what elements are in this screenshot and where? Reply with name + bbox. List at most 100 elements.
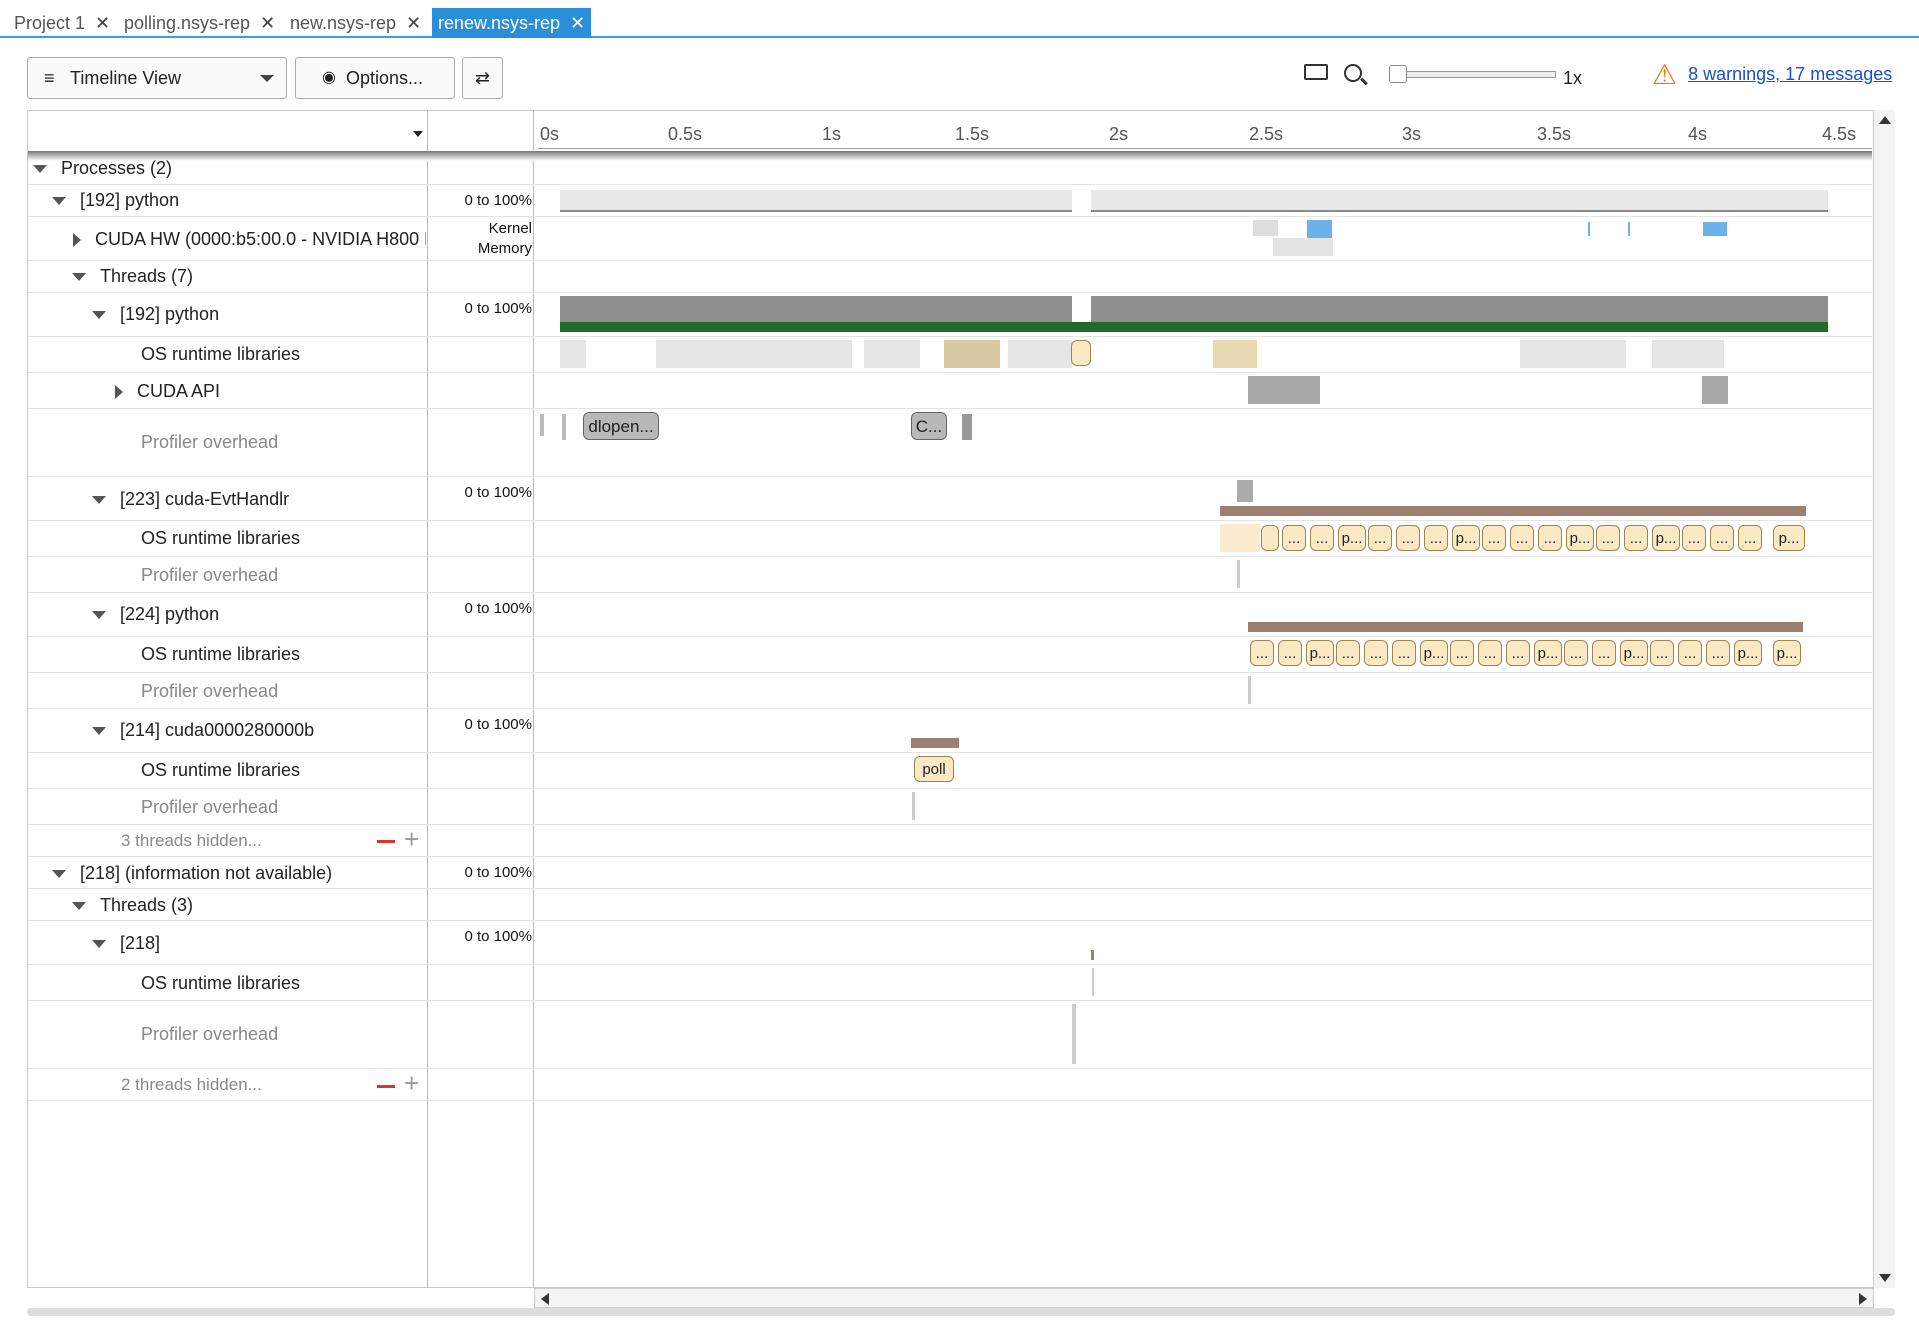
os-runtime-event[interactable]: p...	[1534, 640, 1562, 666]
thread-state-bar[interactable]	[560, 322, 1828, 332]
overhead-marker[interactable]	[962, 414, 972, 440]
os-runtime-activity[interactable]	[656, 340, 852, 368]
os-runtime-libraries-row[interactable]: OS runtime libraries	[141, 760, 541, 781]
os-runtime-activity[interactable]	[1520, 340, 1580, 368]
tab-new[interactable]: new.nsys-rep ✕	[284, 8, 427, 38]
overhead-marker[interactable]	[1248, 676, 1251, 704]
thread-utilization-bar[interactable]	[1237, 480, 1253, 502]
chevron-right-icon[interactable]	[73, 233, 81, 248]
os-runtime-libraries-row[interactable]: OS runtime libraries	[141, 528, 541, 549]
os-runtime-event[interactable]: ...	[1364, 640, 1388, 666]
scroll-right-icon[interactable]	[1859, 1293, 1867, 1305]
os-runtime-event[interactable]: ...	[1250, 640, 1274, 666]
os-runtime-event[interactable]: p...	[1773, 640, 1801, 666]
os-runtime-activity[interactable]	[1220, 524, 1260, 552]
os-runtime-event[interactable]: ...	[1650, 640, 1674, 666]
os-runtime-event[interactable]: ...	[1678, 640, 1702, 666]
os-runtime-libraries-row[interactable]: OS runtime libraries	[141, 344, 541, 365]
scroll-up-icon[interactable]	[1879, 116, 1891, 124]
expand-icon[interactable]: +	[404, 1070, 419, 1096]
os-runtime-event[interactable]: p...	[1734, 640, 1762, 666]
profiler-overhead-row[interactable]: Profiler overhead	[141, 681, 541, 702]
profiler-overhead-row[interactable]: Profiler overhead	[141, 432, 541, 453]
os-runtime-event[interactable]: ...	[1282, 525, 1306, 551]
os-runtime-event[interactable]: p...	[1773, 525, 1805, 551]
chevron-down-icon[interactable]	[33, 165, 47, 174]
bottom-scrollbar[interactable]	[27, 1308, 1895, 1316]
os-runtime-event[interactable]: ...	[1710, 525, 1734, 551]
kernel-activity[interactable]	[1703, 222, 1727, 236]
kernel-marker[interactable]	[1628, 222, 1630, 236]
os-runtime-activity[interactable]	[864, 340, 920, 368]
c-event[interactable]: C...	[911, 412, 947, 440]
tab-renew[interactable]: renew.nsys-rep ✕	[432, 8, 592, 38]
os-runtime-event[interactable]: p...	[1306, 640, 1334, 666]
warnings-link[interactable]: 8 warnings, 17 messages	[1688, 64, 1892, 84]
os-runtime-event[interactable]: ...	[1596, 525, 1620, 551]
os-runtime-event[interactable]	[1071, 340, 1091, 366]
os-runtime-event[interactable]: p...	[1620, 640, 1648, 666]
chevron-down-icon[interactable]	[92, 496, 106, 505]
chevron-down-icon[interactable]	[92, 940, 106, 949]
close-icon[interactable]: ✕	[406, 8, 421, 38]
os-runtime-event[interactable]: p...	[1452, 525, 1480, 551]
threads-7-group[interactable]: Threads (7)	[72, 266, 472, 287]
profiler-overhead-row[interactable]: Profiler overhead	[141, 1024, 541, 1045]
collapse-icon[interactable]	[377, 840, 395, 843]
thread-state-bar[interactable]	[1248, 622, 1803, 632]
thread-state-marker[interactable]	[1091, 950, 1094, 960]
overhead-marker[interactable]	[1237, 560, 1240, 588]
os-runtime-event[interactable]: ...	[1424, 525, 1448, 551]
os-runtime-event[interactable]: ...	[1738, 525, 1762, 551]
os-runtime-event[interactable]: ...	[1538, 525, 1562, 551]
options-button[interactable]: ◉ Options...	[295, 57, 455, 99]
os-runtime-event[interactable]: ...	[1706, 640, 1730, 666]
profiler-overhead-row[interactable]: Profiler overhead	[141, 565, 541, 586]
os-runtime-activity[interactable]	[944, 340, 1000, 368]
tab-project-1[interactable]: Project 1 ✕	[8, 8, 116, 38]
os-runtime-event[interactable]: ...	[1624, 525, 1648, 551]
os-runtime-libraries-row[interactable]: OS runtime libraries	[141, 644, 541, 665]
close-icon[interactable]: ✕	[570, 8, 585, 38]
process-utilization-bar[interactable]	[560, 190, 1072, 212]
os-runtime-activity[interactable]	[1008, 340, 1072, 368]
cuda-hw-row[interactable]: CUDA HW (0000:b5:00.0 - NVIDIA H800 P	[73, 229, 426, 250]
os-runtime-event[interactable]: p...	[1420, 640, 1448, 666]
chevron-down-icon[interactable]	[92, 727, 106, 736]
header-dropdown-icon[interactable]	[413, 131, 423, 137]
chevron-down-icon[interactable]	[92, 611, 106, 620]
os-runtime-event[interactable]: ...	[1392, 640, 1416, 666]
chevron-down-icon[interactable]	[52, 870, 66, 879]
kernel-activity[interactable]	[1307, 220, 1332, 238]
tab-polling[interactable]: polling.nsys-rep ✕	[118, 8, 281, 38]
os-runtime-event[interactable]: ...	[1564, 640, 1588, 666]
expand-icon[interactable]: +	[404, 826, 419, 852]
os-runtime-event[interactable]: ...	[1278, 640, 1302, 666]
collapse-icon[interactable]	[377, 1085, 395, 1088]
os-runtime-marker[interactable]	[1092, 968, 1094, 996]
scroll-left-icon[interactable]	[541, 1293, 549, 1305]
thread-utilization-bar[interactable]	[560, 296, 1072, 322]
os-runtime-event[interactable]: ...	[1592, 640, 1616, 666]
os-runtime-libraries-row[interactable]: OS runtime libraries	[141, 973, 541, 994]
os-runtime-event[interactable]: p...	[1566, 525, 1594, 551]
thread-utilization-bar[interactable]	[1091, 296, 1828, 322]
os-runtime-activity[interactable]	[1652, 340, 1724, 368]
horizontal-scrollbar[interactable]	[534, 1288, 1874, 1308]
thread-state-bar[interactable]	[911, 738, 959, 748]
overhead-marker[interactable]	[540, 414, 544, 436]
os-runtime-event[interactable]: p...	[1652, 525, 1680, 551]
chevron-down-icon[interactable]	[52, 197, 66, 206]
os-runtime-event[interactable]: ...	[1478, 640, 1502, 666]
os-runtime-event[interactable]	[1261, 525, 1279, 551]
os-runtime-event[interactable]: p...	[1338, 525, 1366, 551]
os-runtime-event[interactable]: ...	[1368, 525, 1392, 551]
vertical-scrollbar[interactable]	[1873, 110, 1895, 1288]
threads-3-group[interactable]: Threads (3)	[72, 895, 472, 916]
os-runtime-event[interactable]: ...	[1396, 525, 1420, 551]
profiler-overhead-row[interactable]: Profiler overhead	[141, 797, 541, 818]
close-icon[interactable]: ✕	[260, 8, 275, 38]
zoom-slider[interactable]	[1390, 71, 1556, 78]
os-runtime-activity[interactable]	[1576, 340, 1626, 368]
overhead-marker[interactable]	[562, 414, 566, 440]
